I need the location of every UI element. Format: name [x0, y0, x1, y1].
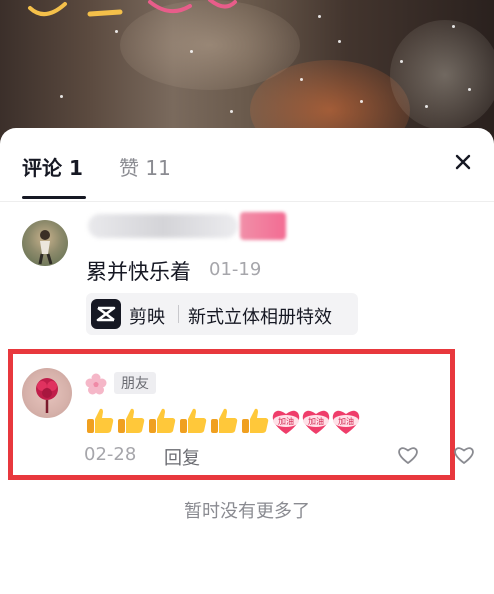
- comment-text: 累并快乐着: [86, 260, 191, 284]
- heart-icon[interactable]: [452, 443, 476, 467]
- heart-icon[interactable]: [396, 443, 420, 467]
- sheet-tabs: 评论 1 赞 11: [0, 128, 494, 202]
- comment-date: 01-19: [209, 259, 262, 280]
- friend-badge: 朋友: [114, 372, 156, 394]
- capcut-template-chip[interactable]: 剪映 新式立体相册特效: [86, 293, 358, 335]
- sparkle: [60, 95, 63, 98]
- sparkle: [400, 60, 403, 63]
- avatar-image: [38, 230, 53, 265]
- cheer-heart-icon: 加油: [302, 410, 330, 434]
- no-more-comments-text: 暂时没有更多了: [184, 501, 310, 522]
- sparkle: [230, 110, 233, 113]
- thumbs-up-icon: [118, 408, 145, 433]
- close-icon[interactable]: [449, 148, 477, 176]
- comment-date: 02-28: [84, 444, 137, 465]
- thumbs-up-icon: [242, 408, 269, 433]
- video-glow: [390, 20, 494, 130]
- sparkle: [360, 100, 363, 103]
- sparkle: [452, 25, 455, 28]
- sparkle: [318, 15, 321, 18]
- video-overlay-decoration: [28, 0, 237, 17]
- capcut-effect-name: 新式立体相册特效: [188, 307, 332, 328]
- avatar[interactable]: [22, 220, 68, 266]
- active-tab-indicator: [22, 196, 86, 199]
- cheer-heart-icon: 加油: [332, 410, 360, 434]
- cheer-heart-icon: 加油: [272, 410, 300, 434]
- avatar-image: [36, 378, 58, 413]
- blurred-badge: [240, 212, 286, 240]
- sparkle: [300, 78, 303, 81]
- tab-comments[interactable]: 评论 1: [22, 152, 83, 181]
- sparkle: [338, 40, 341, 43]
- thumbs-up-icon: [149, 408, 176, 433]
- reply-button[interactable]: 回复: [164, 444, 200, 470]
- tab-likes[interactable]: 赞 11: [119, 152, 171, 181]
- capcut-logo-icon: [91, 299, 121, 329]
- comment-sheet: 评论 1 赞 11 累并快乐着 01-19 剪映 新式立体相册特效 朋友 加油 …: [0, 128, 494, 594]
- cheer-text: 加油: [308, 416, 324, 426]
- thumbs-up-icon: [87, 408, 114, 433]
- avatar[interactable]: [22, 368, 72, 418]
- thumbs-up-icon: [211, 408, 238, 433]
- thumbs-up-icon: [180, 408, 207, 433]
- capcut-app-name: 剪映: [129, 307, 165, 328]
- divider: [0, 201, 494, 202]
- divider: [178, 305, 179, 323]
- sparkle: [468, 88, 471, 91]
- cheer-text: 加油: [338, 416, 354, 426]
- sparkle: [190, 50, 193, 53]
- cheer-text: 加油: [278, 416, 294, 426]
- blurred-username: [88, 214, 238, 238]
- sparkle: [425, 105, 428, 108]
- sparkle: [115, 30, 118, 33]
- sakura-icon: [85, 373, 107, 395]
